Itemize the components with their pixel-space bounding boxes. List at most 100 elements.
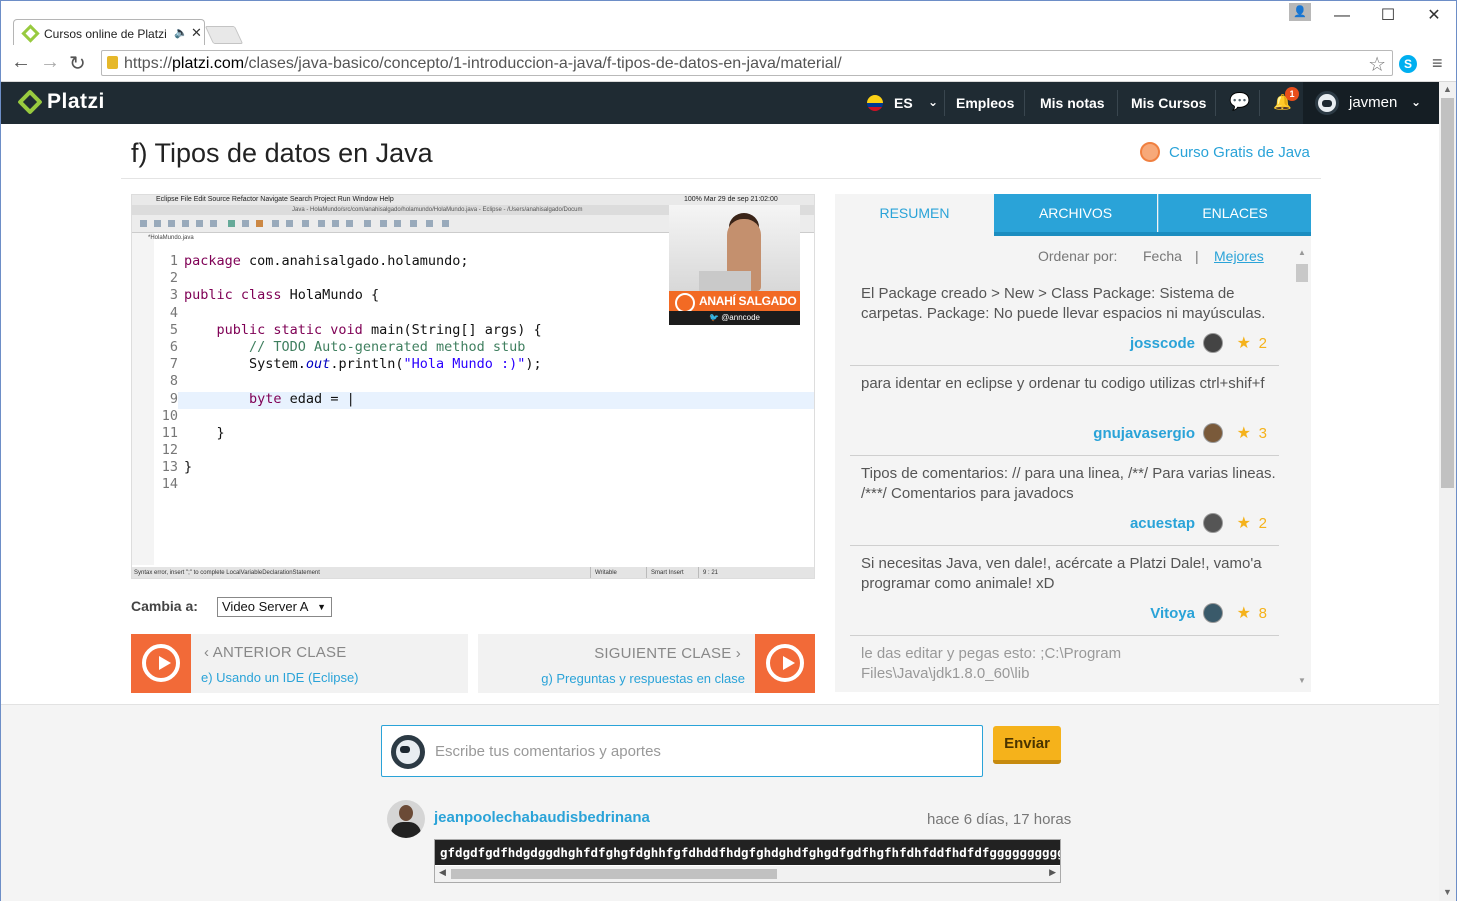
comment-author[interactable]: gnujavasergio [1093, 425, 1195, 442]
lock-icon [107, 56, 118, 69]
close-window-button[interactable]: ✕ [1411, 1, 1457, 31]
skype-extension-icon[interactable]: S [1399, 55, 1417, 73]
star-icon[interactable]: ★ [1237, 423, 1251, 443]
bookmark-star-icon[interactable]: ☆ [1368, 52, 1386, 77]
page-scrollbar[interactable]: ▲ ▼ [1439, 82, 1456, 901]
language-selector[interactable]: ES [894, 95, 913, 111]
browser-titlebar: Cursos online de Platzi 🔈 ✕ 👤 — ☐ ✕ [1, 1, 1457, 46]
comment-item: Si necesitas Java, ven dale!, acércate a… [850, 546, 1279, 636]
comment-author[interactable]: josscode [1130, 335, 1195, 352]
twitter-icon: 🐦 [708, 313, 719, 322]
side-panel: RESUMEN ARCHIVOS ENLACES Ordenar por: Fe… [835, 194, 1311, 692]
star-icon[interactable]: ★ [1237, 513, 1251, 533]
sort-separator: | [1195, 248, 1199, 264]
comment-stars: 8 [1258, 605, 1267, 622]
maximize-button[interactable]: ☐ [1365, 1, 1411, 31]
post-avatar[interactable] [387, 800, 425, 838]
next-class-card[interactable]: SIGUIENTE CLASE › g) Preguntas y respues… [478, 634, 815, 693]
nav-empleos[interactable]: Empleos [956, 95, 1014, 111]
url-text: https://platzi.com/clases/java-basico/co… [124, 55, 842, 72]
code-line: 7 System.out.println("Hola Mundo :)"); [169, 356, 542, 373]
close-tab-icon[interactable]: ✕ [191, 25, 202, 41]
comment-stars: 3 [1258, 425, 1267, 442]
comment-item: Tipos de comentarios: // para una linea,… [850, 456, 1279, 546]
chevron-down-icon[interactable]: ⌄ [928, 95, 938, 109]
tab-enlaces[interactable]: ENLACES [1158, 194, 1311, 236]
comment-input[interactable]: Escribe tus comentarios y aportes [381, 725, 983, 777]
user-menu[interactable]: javmen ⌄ [1303, 82, 1439, 124]
comment-item: El Package creado > New > Class Package:… [850, 276, 1279, 366]
tab-underline [994, 232, 1311, 236]
username: javmen [1349, 94, 1398, 111]
sort-mejores[interactable]: Mejores [1214, 248, 1264, 264]
chat-icon[interactable]: 💬 [1229, 92, 1250, 112]
platzi-favicon-icon [21, 24, 40, 43]
back-arrow-icon[interactable]: ← [11, 51, 31, 74]
code-line: 11 } [161, 424, 225, 441]
server-select[interactable]: Video Server A ▼ [217, 597, 332, 617]
browser-toolbar: ← → ↻ https://platzi.com/clases/java-bas… [1, 45, 1456, 82]
next-class-label: SIGUIENTE CLASE › [594, 645, 741, 662]
post-username[interactable]: jeanpoolechabaudisbedrinana [434, 809, 650, 826]
course-link[interactable]: Curso Gratis de Java [1140, 142, 1310, 162]
code-line: 2 [169, 270, 178, 287]
comment-avatar[interactable] [1203, 513, 1223, 533]
speaker-icon[interactable]: 🔈 [174, 26, 188, 39]
notification-badge: 1 [1285, 87, 1299, 101]
tab-archivos[interactable]: ARCHIVOS [994, 194, 1157, 236]
forward-arrow-icon[interactable]: → [40, 51, 60, 74]
nav-mis-notas[interactable]: Mis notas [1040, 95, 1105, 111]
comment-placeholder: Escribe tus comentarios y aportes [435, 743, 661, 760]
code-line: 12 [161, 442, 178, 459]
nav-mis-cursos[interactable]: Mis Cursos [1131, 95, 1206, 111]
panel-scrollbar[interactable]: ▲ ▼ [1295, 248, 1309, 688]
comment-text: para identar en eclipse y ordenar tu cod… [861, 375, 1265, 392]
video-gutter [132, 233, 154, 565]
platzi-logo-icon [17, 89, 43, 115]
video-mac-menubar: Eclipse File Edit Source Refactor Naviga… [132, 195, 814, 205]
video-player[interactable]: Eclipse File Edit Source Refactor Naviga… [131, 194, 815, 579]
comments-section: Escribe tus comentarios y aportes Enviar… [1, 704, 1439, 901]
comment-text: Si necesitas Java, ven dale!, acércate a… [861, 555, 1262, 592]
next-class-link[interactable]: g) Preguntas y respuestas en clase [541, 671, 745, 686]
profile-icon[interactable]: 👤 [1289, 3, 1311, 21]
play-icon[interactable] [755, 634, 815, 693]
new-tab-button[interactable] [204, 26, 244, 44]
browser-window: Cursos online de Platzi 🔈 ✕ 👤 — ☐ ✕ ← → … [0, 0, 1457, 901]
minimize-button[interactable]: — [1319, 1, 1365, 31]
address-bar[interactable]: https://platzi.com/clases/java-basico/co… [101, 50, 1393, 76]
video-code: 1 package com.anahisalgado.holamundo; 2 3 pu… [158, 253, 542, 494]
comment-author[interactable]: acuestap [1130, 515, 1195, 532]
star-icon[interactable]: ★ [1237, 603, 1251, 623]
code-line: 3 public class HolaMundo { [169, 287, 380, 304]
comment-avatar[interactable] [1203, 423, 1223, 443]
code-line: 8 [169, 373, 178, 390]
page-viewport: Platzi ES ⌄ Empleos Mis notas Mis Cursos… [1, 82, 1439, 901]
comment-text: Tipos de comentarios: // para una linea,… [861, 465, 1276, 502]
colombia-flag-icon [867, 95, 883, 111]
comment-stars: 2 [1258, 515, 1267, 532]
post-code-text: gfdgdfgdfhdgdggdhghfdfghgfdghhfgfdhddfhd… [435, 840, 1060, 865]
divider [121, 178, 1321, 179]
browser-tab[interactable]: Cursos online de Platzi 🔈 ✕ [13, 19, 205, 46]
comment-text: El Package creado > New > Class Package:… [861, 285, 1266, 322]
reload-icon[interactable]: ↻ [69, 51, 86, 76]
user-avatar [1315, 91, 1339, 115]
tab-resumen[interactable]: RESUMEN [835, 194, 994, 236]
code-line: 10 [161, 407, 178, 424]
browser-menu-icon[interactable]: ≡ [1432, 53, 1443, 74]
server-label: Cambia a: [131, 598, 198, 614]
star-icon[interactable]: ★ [1237, 333, 1251, 353]
comment-author[interactable]: Vitoya [1150, 605, 1195, 622]
play-icon[interactable] [131, 634, 191, 693]
code-line: 13} [161, 459, 193, 476]
send-button[interactable]: Enviar [993, 726, 1061, 764]
code-hscrollbar[interactable]: ◀ ▶ [435, 866, 1060, 882]
prev-class-card[interactable]: ‹ ANTERIOR CLASE e) Usando un IDE (Eclip… [131, 634, 468, 693]
comment-avatar[interactable] [1203, 333, 1223, 353]
comment-stars: 2 [1258, 335, 1267, 352]
site-navbar: Platzi ES ⌄ Empleos Mis notas Mis Cursos… [1, 82, 1439, 124]
sort-fecha[interactable]: Fecha [1143, 248, 1182, 264]
prev-class-link[interactable]: e) Usando un IDE (Eclipse) [201, 670, 359, 685]
comment-avatar[interactable] [1203, 603, 1223, 623]
